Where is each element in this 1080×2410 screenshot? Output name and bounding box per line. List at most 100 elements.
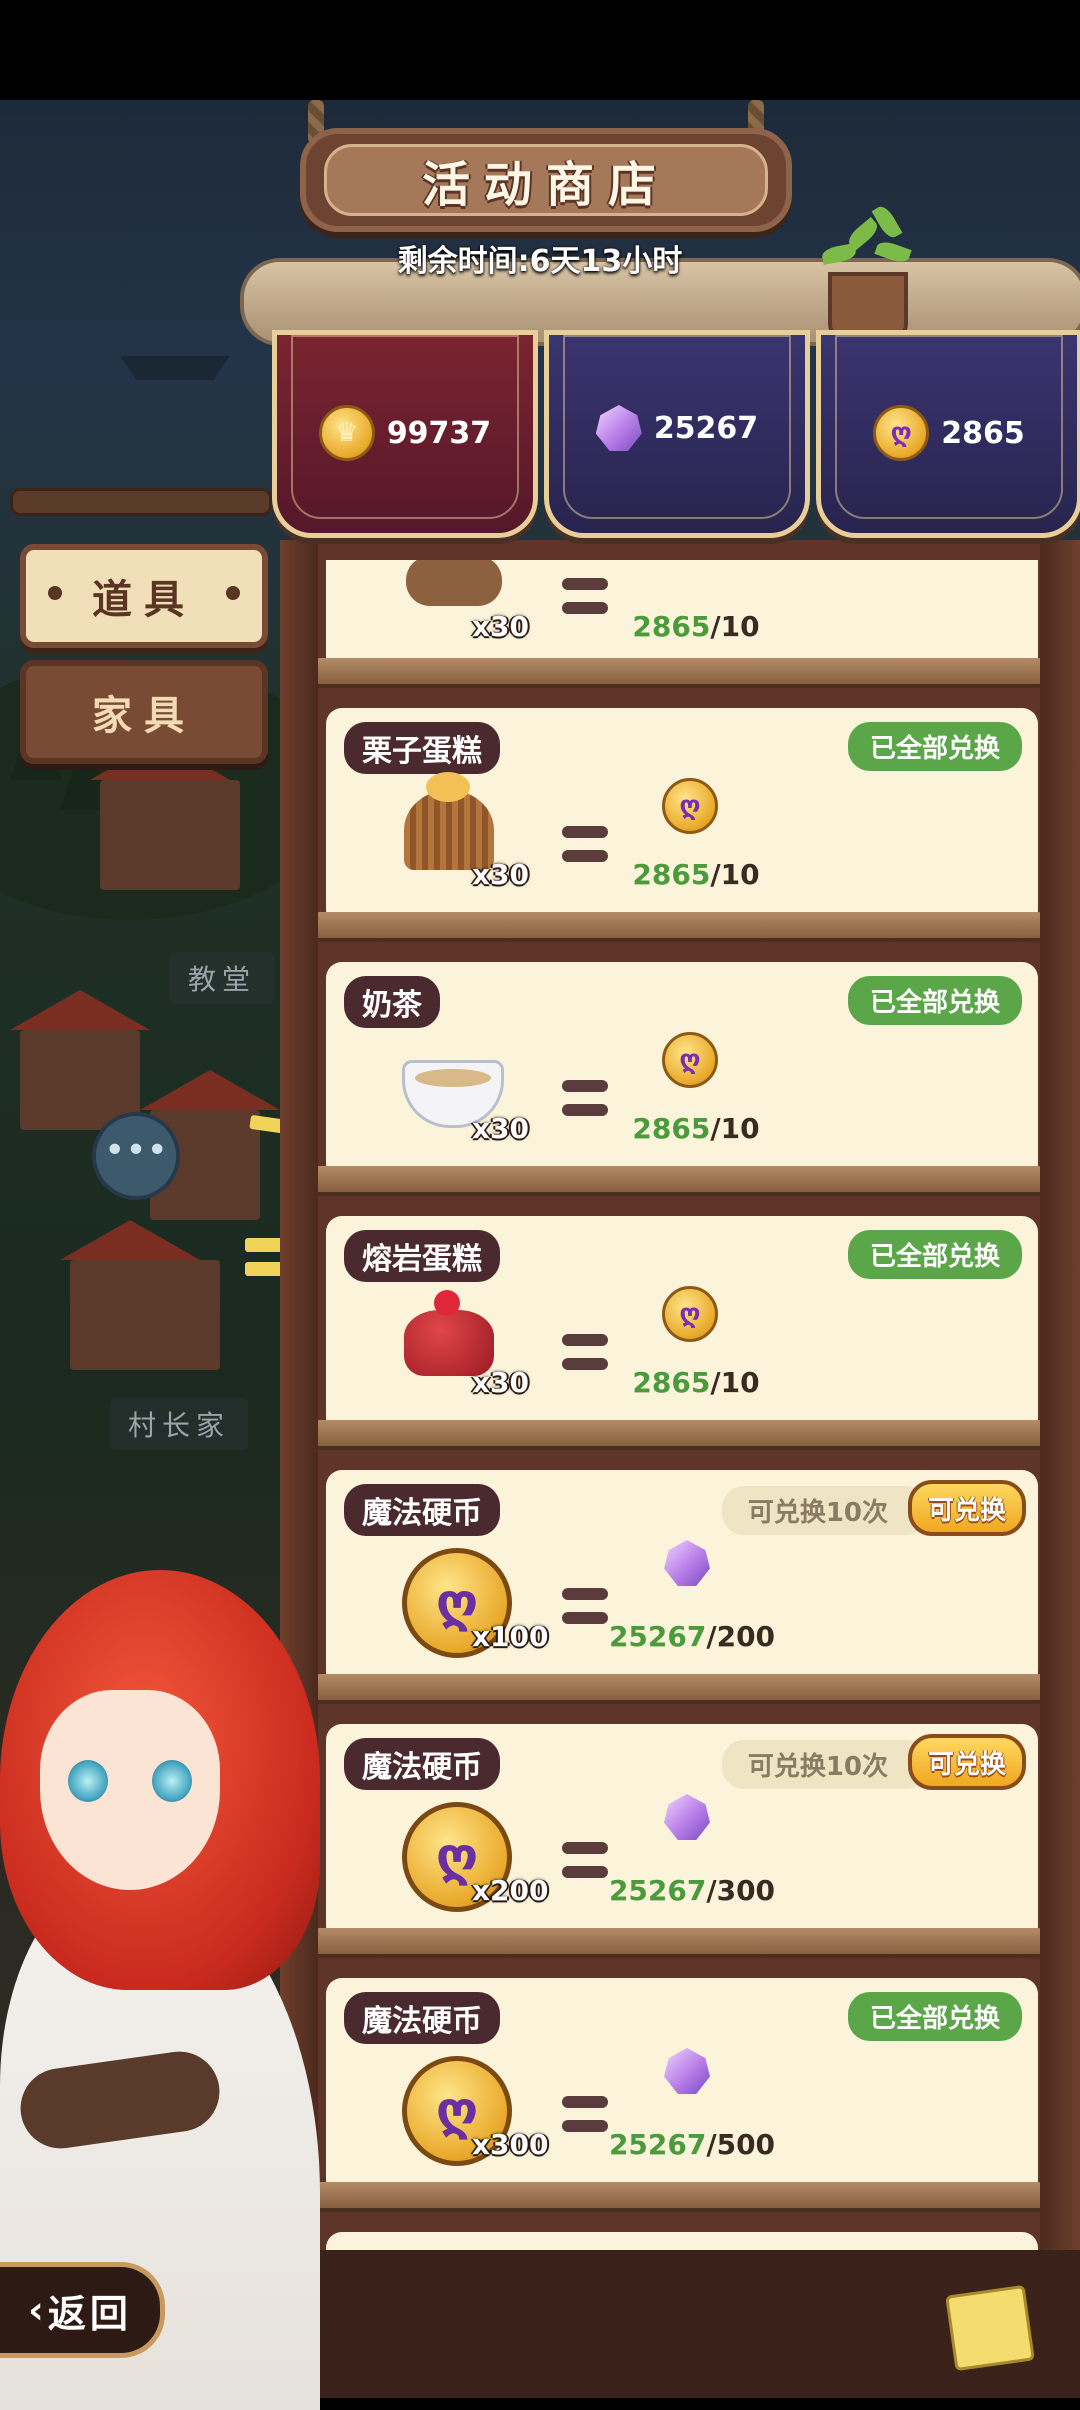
cost-owned: 25267 xyxy=(608,1620,707,1653)
item-quantity: x30 xyxy=(472,1366,530,1399)
cost-required: /10 xyxy=(710,858,760,891)
currency-crown-value: 99737 xyxy=(386,415,492,451)
currency-row: 25267 xyxy=(549,405,805,451)
cost-required: /500 xyxy=(706,2128,776,2161)
remaining-time: 剩余时间:6天13小时 xyxy=(397,244,683,279)
item-cost: 25267/500 xyxy=(602,2128,782,2161)
shop-title: 活动商店 xyxy=(421,157,670,213)
shop-item-card[interactable]: 魔法硬币 已全部兑换 ღ x300 25267/500 xyxy=(326,1978,1038,2198)
item-cost: 2865/10 xyxy=(616,1366,776,1399)
shop-item-card[interactable] xyxy=(326,2232,1038,2250)
tab-items[interactable]: 道具 xyxy=(20,544,268,648)
magic-coin-icon: ღ xyxy=(873,405,930,461)
item-name: 栗子蛋糕 xyxy=(344,722,500,774)
magic-coin-icon: ღ xyxy=(662,1286,718,1342)
item-cost: 25267/300 xyxy=(602,1874,782,1907)
purple-gem-icon xyxy=(664,1540,710,1586)
cost-required: /300 xyxy=(706,1874,776,1907)
status-badge: 已全部兑换 xyxy=(847,1230,1022,1279)
currency-row: ♛ 99737 xyxy=(277,405,533,461)
tab-hanger xyxy=(10,488,272,516)
shop-item-card[interactable]: 奶茶 已全部兑换 x30 ღ 2865/10 xyxy=(326,962,1038,1182)
item-name: 魔法硬币 xyxy=(344,1484,500,1536)
cost-required: /10 xyxy=(710,610,760,643)
crown-coin-icon: ♛ xyxy=(318,405,375,461)
item-cost: 25267/200 xyxy=(602,1620,782,1653)
item-name: 奶茶 xyxy=(344,976,440,1028)
item-quantity: x30 xyxy=(472,1112,530,1145)
shop-item-card[interactable]: 熔岩蛋糕 已全部兑换 x30 ღ 2865/10 xyxy=(326,1216,1038,1436)
exchange-limit: 可兑换10次 xyxy=(721,1486,928,1535)
purple-gem-icon xyxy=(664,2048,710,2094)
shop-item-card[interactable]: 栗子蛋糕 已全部兑换 x30 ღ 2865/10 xyxy=(326,708,1038,928)
village-house xyxy=(90,740,240,890)
currency-panel-crown: ♛ 99737 xyxy=(272,330,538,538)
back-arrow-icon: ‹ xyxy=(28,2288,48,2332)
equals-icon xyxy=(562,1080,608,1118)
shop-title-board: 活动商店 xyxy=(300,128,792,232)
shop-item-list[interactable]: x30 2865/10 栗子蛋糕 已全部兑换 x30 ღ 2865/10 奶茶 … xyxy=(318,560,1040,2250)
tab-furniture-label: 家具 xyxy=(92,693,196,739)
shop-item-card[interactable]: 魔法硬币 可兑换10次 可兑换 ღ x100 25267/200 xyxy=(326,1470,1038,1690)
eye-icon xyxy=(152,1760,192,1802)
item-quantity: x100 xyxy=(472,1620,549,1653)
character-face xyxy=(40,1690,220,1890)
cost-required: /10 xyxy=(710,1112,760,1145)
status-badge: 已全部兑换 xyxy=(847,1992,1022,2041)
currency-row: ღ 2865 xyxy=(821,405,1077,461)
shelf-plank xyxy=(318,1420,1040,1450)
item-cost: 2865/10 xyxy=(616,610,776,643)
exchange-limit: 可兑换10次 xyxy=(721,1740,928,1789)
back-button[interactable]: ‹ 返回 xyxy=(0,2262,165,2358)
item-quantity: x30 xyxy=(472,610,530,643)
shop-title-inner: 活动商店 xyxy=(324,144,768,216)
cost-required: /10 xyxy=(710,1366,760,1399)
shelf-plank xyxy=(318,1928,1040,1958)
item-cost: 2865/10 xyxy=(616,1112,776,1145)
eye-icon xyxy=(68,1760,108,1802)
item-quantity: x300 xyxy=(472,2128,549,2161)
ship-icon xyxy=(120,356,230,380)
shop-item-card[interactable]: 魔法硬币 可兑换10次 可兑换 ღ x200 25267/300 xyxy=(326,1724,1038,1944)
item-name: 魔法硬币 xyxy=(344,1992,500,2044)
currency-panel-magic-coin: ღ 2865 xyxy=(816,330,1080,538)
nail-icon xyxy=(48,586,62,600)
currency-magic-coin-value: 2865 xyxy=(941,415,1025,451)
tab-furniture[interactable]: 家具 xyxy=(20,660,268,764)
shelf-plank xyxy=(318,1674,1040,1704)
magic-coin-icon: ღ xyxy=(662,1032,718,1088)
shelf-plank xyxy=(318,658,1040,688)
shelf-plank xyxy=(318,1166,1040,1196)
cost-owned: 2865 xyxy=(632,610,711,643)
item-quantity: x200 xyxy=(472,1874,549,1907)
item-name: 魔法硬币 xyxy=(344,1738,500,1790)
purple-gem-icon xyxy=(664,1794,710,1840)
magic-coin-icon: ღ xyxy=(662,778,718,834)
map-sign-church: 教堂 xyxy=(170,952,275,1004)
back-button-label: 返回 xyxy=(47,2291,132,2336)
shelf-plank xyxy=(318,2182,1040,2212)
cost-owned: 2865 xyxy=(632,1366,711,1399)
currency-gem-value: 25267 xyxy=(653,410,759,446)
cost-owned: 25267 xyxy=(608,2128,707,2161)
status-bar xyxy=(0,0,1080,100)
item-quantity: x30 xyxy=(472,858,530,891)
cost-owned: 25267 xyxy=(608,1874,707,1907)
equals-icon xyxy=(562,1334,608,1372)
cost-owned: 2865 xyxy=(632,1112,711,1145)
tab-items-label: 道具 xyxy=(92,577,196,623)
status-badge: 已全部兑换 xyxy=(847,722,1022,771)
exchange-button[interactable]: 可兑换 xyxy=(908,1734,1026,1790)
equals-icon xyxy=(562,826,608,864)
item-name: 熔岩蛋糕 xyxy=(344,1230,500,1282)
status-badge: 已全部兑换 xyxy=(847,976,1022,1025)
chat-bubble-icon[interactable]: ••• xyxy=(92,1112,180,1200)
village-house xyxy=(60,1220,220,1370)
equals-icon xyxy=(562,578,608,616)
shelf-plank xyxy=(318,912,1040,942)
note-icon[interactable] xyxy=(945,2284,1035,2372)
cost-owned: 2865 xyxy=(632,858,711,891)
map-sign-chief-house: 村长家 xyxy=(110,1398,249,1450)
exchange-button[interactable]: 可兑换 xyxy=(908,1480,1026,1536)
cost-required: /200 xyxy=(706,1620,776,1653)
